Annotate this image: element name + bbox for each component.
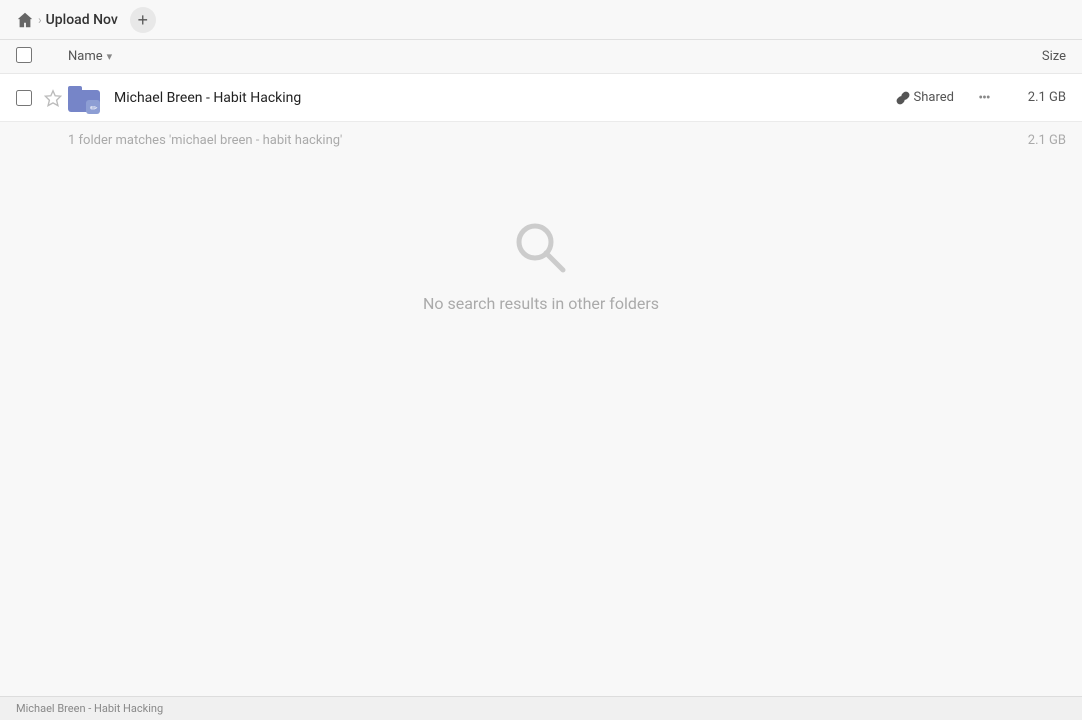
star-icon	[44, 89, 62, 107]
breadcrumb-bar: › Upload Nov +	[0, 0, 1082, 40]
name-label: Name	[68, 49, 103, 64]
name-column-header[interactable]: Name ▾	[68, 49, 986, 64]
more-options-button[interactable]: •••	[970, 84, 998, 112]
breadcrumb-home[interactable]	[16, 11, 34, 29]
svg-text:✏: ✏	[90, 103, 98, 113]
status-text: Michael Breen - Habit Hacking	[16, 702, 163, 715]
shared-label: Shared	[914, 90, 954, 105]
row-checkbox[interactable]	[16, 90, 32, 106]
breadcrumb-add-button[interactable]: +	[130, 7, 156, 33]
select-all-checkbox[interactable]	[16, 47, 32, 63]
home-icon	[16, 11, 34, 29]
summary-size: 2.1 GB	[1006, 133, 1066, 148]
summary-text: 1 folder matches 'michael breen - habit …	[68, 133, 1006, 148]
row-checkbox-wrapper	[16, 90, 44, 106]
empty-state: No search results in other folders	[0, 158, 1082, 373]
breadcrumb-separator: ›	[38, 13, 42, 27]
more-icon: •••	[978, 90, 989, 106]
header-checkbox-col	[16, 47, 44, 67]
shared-badge: Shared	[896, 90, 954, 105]
sort-icon: ▾	[107, 50, 113, 63]
folder-icon: ✏	[68, 80, 104, 116]
breadcrumb-current[interactable]: Upload Nov	[46, 12, 118, 28]
link-icon	[896, 91, 910, 105]
empty-search-icon	[511, 218, 571, 278]
empty-message: No search results in other folders	[423, 294, 659, 313]
summary-row: 1 folder matches 'michael breen - habit …	[0, 122, 1082, 158]
folder-svg: ✏	[68, 80, 104, 116]
size-column-header: Size	[986, 49, 1066, 64]
column-headers: Name ▾ Size	[0, 40, 1082, 74]
file-size: 2.1 GB	[1006, 90, 1066, 105]
file-name: Michael Breen - Habit Hacking	[114, 90, 896, 106]
file-row[interactable]: ✏ Michael Breen - Habit Hacking Shared •…	[0, 74, 1082, 122]
row-star[interactable]	[44, 89, 68, 107]
status-bar: Michael Breen - Habit Hacking	[0, 696, 1082, 720]
